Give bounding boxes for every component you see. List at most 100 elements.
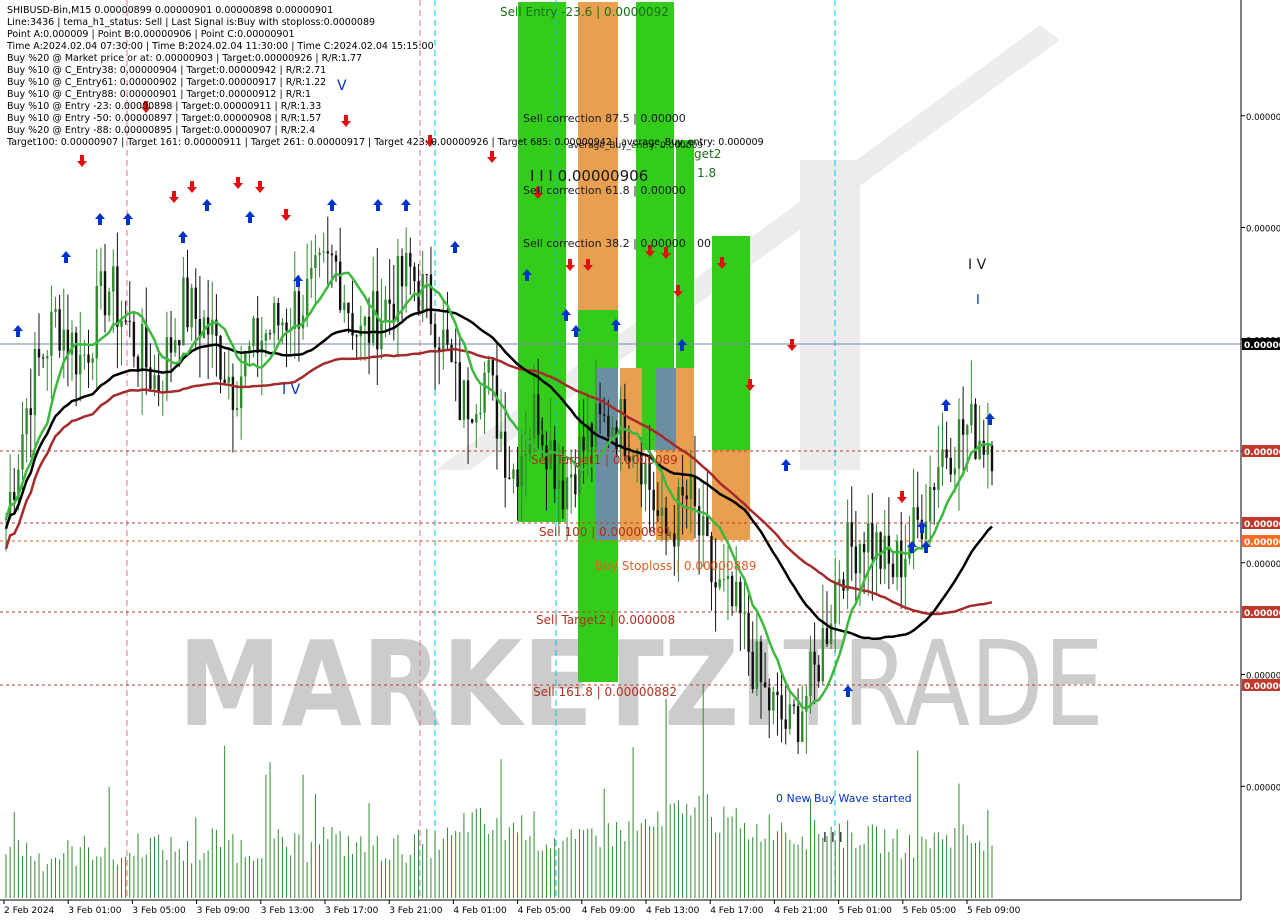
candle-body (50, 311, 53, 357)
time-tick-label: 3 Feb 01:00 (68, 906, 122, 916)
candle-body (817, 664, 820, 682)
candle-body (776, 691, 779, 696)
target1-tag: 0.0000089 (1244, 448, 1280, 458)
candle-body (355, 335, 358, 337)
candle-body (128, 320, 131, 322)
candle-body (891, 563, 895, 578)
price-chart[interactable]: MARKETZI TRADE Sell Entry -23.6 | 0.0000… (0, 0, 1280, 920)
info-line: SHIBUSD-Bin,M15 0.00000899 0.00000901 0.… (7, 5, 333, 16)
candle-body (594, 403, 598, 447)
candle-body (13, 492, 16, 501)
candle-body (140, 323, 144, 372)
candle-body (759, 641, 763, 683)
candle-body (178, 339, 181, 346)
candle-body (157, 375, 160, 393)
candle-body (681, 486, 684, 496)
time-axis-bg (0, 900, 1280, 920)
candle-body (314, 255, 317, 268)
candle-body (780, 695, 783, 720)
time-tick-label: 4 Feb 13:00 (646, 906, 700, 916)
time-axis: 2 Feb 2024 3 Feb 01:00 3 Feb 05:00 3 Feb 09… (0, 899, 1280, 920)
candle-body (338, 261, 342, 310)
candle-body (561, 480, 565, 510)
candle-body (957, 419, 961, 469)
time-tick-label: 3 Feb 21:00 (389, 906, 443, 916)
time-tick-label: 4 Feb 21:00 (774, 906, 828, 916)
candle-body (809, 651, 812, 696)
time-tick-label: 4 Feb 01:00 (453, 906, 507, 916)
candle-body (165, 337, 169, 392)
label-sell-corr-382: Sell correction 38.2 | 0.00000 (523, 237, 686, 250)
time-tick-label: 5 Feb 09:00 (967, 906, 1021, 916)
candle-body (310, 267, 313, 279)
candle-body (479, 412, 482, 415)
candle-body (990, 445, 994, 472)
candle-body (784, 719, 787, 729)
info-line: Buy %10 @ C_Entry38: 0.00000904 | Target… (7, 65, 326, 76)
candle-body (879, 532, 882, 569)
candle-body (404, 252, 408, 287)
candle-body (854, 546, 858, 574)
candle-body (380, 320, 383, 350)
candle-body (450, 344, 453, 362)
candle-body (825, 628, 829, 644)
candle-body (153, 375, 156, 389)
candle-body (603, 414, 606, 416)
candle-body (788, 704, 792, 729)
candle-body (145, 323, 148, 368)
price-tick-label: 0.0000093 (1246, 113, 1280, 123)
candle-body (363, 316, 367, 326)
label-sell-target2: Sell Target2 | 0.000008 (536, 613, 675, 627)
info-line: Buy %20 @ Market price or at: 0.00000903… (7, 53, 362, 64)
candle-body (949, 457, 952, 475)
candle-body (272, 302, 276, 334)
label-sell-corr-618: Sell correction 61.8 | 0.00000 (523, 184, 686, 197)
candle-body (182, 277, 185, 346)
candle-body (532, 394, 536, 439)
candle-body (429, 274, 433, 325)
candle-body (730, 575, 734, 607)
candle-body (293, 291, 296, 329)
candle-body (619, 398, 622, 450)
info-line: Buy %20 @ Entry -88: 0.00000895 | Target… (7, 125, 315, 136)
candle-body (582, 436, 585, 451)
price-axis: 0.00000930.00000920.00000910.00000900.00… (1240, 0, 1280, 920)
candle-body (483, 372, 486, 413)
candle-body (611, 427, 614, 437)
candle-body (850, 522, 853, 547)
candle-body (722, 579, 726, 581)
candle-body (99, 271, 103, 287)
label-buy-stoploss: Buy Stoploss | 0.00000889 (595, 559, 756, 573)
info-line: Line:3436 | tema_h1_status: Sell | Last … (7, 17, 375, 28)
candle-body (598, 403, 602, 415)
info-line: Buy %10 @ C_Entry88: 0.00000901 | Target… (7, 89, 311, 100)
candle-body (569, 474, 573, 478)
candle-body (978, 440, 981, 460)
candle-body (900, 540, 903, 578)
candle-body (239, 376, 243, 409)
time-tick-label: 4 Feb 17:00 (710, 906, 764, 916)
chart-container[interactable]: MARKETZI TRADE Sell Entry -23.6 | 0.0000… (0, 0, 1280, 920)
candle-body (792, 704, 796, 707)
stoploss-tag: 0.00000889 (1244, 538, 1280, 548)
candle-body (718, 579, 721, 588)
candle-body (330, 253, 334, 256)
label-ratio-partial: 1.8 (697, 166, 716, 180)
candle-body (685, 495, 688, 500)
candle-body (945, 449, 948, 458)
candle-body (475, 414, 478, 423)
info-line: Point A:0.000009 | Point B:0.00000906 | … (7, 29, 295, 40)
sell100-tag: 0.00000891 (1244, 520, 1280, 530)
candle-body (557, 480, 561, 490)
candle-body (867, 523, 870, 553)
zone-green-5 (712, 236, 750, 450)
info-line: Time A:2024.02.04 07:30:00 | Time B:2024… (6, 41, 434, 52)
candle-body (706, 516, 709, 537)
candle-body (462, 380, 466, 420)
wave-label-iv-left: I V (282, 382, 301, 398)
candle-body (173, 339, 177, 353)
sell1618-tag: 0.00000882 (1244, 682, 1280, 692)
candle-body (904, 558, 907, 578)
candle-body (268, 333, 272, 335)
candle-body (318, 252, 321, 256)
